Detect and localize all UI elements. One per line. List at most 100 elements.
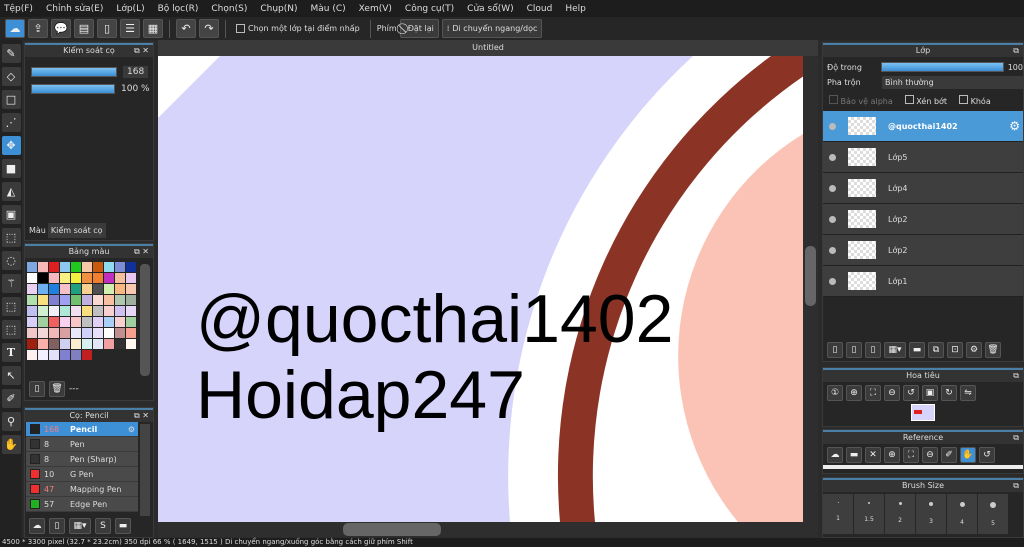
move-button[interactable]: ⁞ Di chuyển ngang/dọc [441,19,543,38]
fill-rect-tool-icon[interactable]: ■ [1,159,21,178]
popout-icon[interactable]: ⧉ [1013,432,1019,444]
menu-help[interactable]: Help [565,4,586,14]
close-icon[interactable]: ✕ [865,447,881,463]
palette-swatch[interactable] [93,295,103,305]
layer-row[interactable]: Lớp2 [823,235,1023,266]
popout-close-icon[interactable]: ⧉ ✕ [134,246,149,258]
palette-swatch[interactable] [71,306,81,316]
palette-swatch[interactable] [93,284,103,294]
eraser-tool-icon[interactable]: ◇ [1,67,21,86]
brush-item[interactable]: 47 Mapping Pen [26,482,138,497]
dot-tool-icon[interactable]: ⋰ [1,113,21,132]
delete-palette-icon[interactable]: 🗑 [49,381,65,397]
vertical-scrollbar[interactable] [803,56,818,522]
palette-swatch[interactable] [115,284,125,294]
magic-wand-tool-icon[interactable]: ⚚ [1,274,21,293]
add-brush-dropdown-icon[interactable]: ▦▾ [69,518,91,534]
message-icon[interactable]: ▤ [74,19,94,38]
gear-icon[interactable]: ⚙ [128,425,135,434]
palette-swatch[interactable] [93,306,103,316]
palette-swatch[interactable] [126,339,136,349]
palette-swatch[interactable] [60,339,70,349]
palette-swatch[interactable] [27,328,37,338]
brush-tool-icon[interactable]: ✎ [1,44,21,63]
hand-tool-icon[interactable]: ✋ [1,435,21,454]
brush-item[interactable]: 168 Pencil ⚙ [26,422,138,437]
visibility-icon[interactable] [829,122,836,130]
menu-filter[interactable]: Bộ lọc(R) [158,4,199,14]
palette-swatch[interactable] [38,328,48,338]
new-layer-3-icon[interactable]: ▯ [865,342,881,358]
palette-swatch[interactable] [60,295,70,305]
tab-untitled[interactable]: Untitled [158,40,818,56]
reset-view-icon[interactable]: ▣ [922,385,938,401]
palette-swatch[interactable] [71,284,81,294]
lock-checkbox[interactable]: Khóa [959,95,991,106]
select-eraser-tool-icon[interactable]: ⬚ [1,320,21,339]
palette-swatch[interactable] [71,262,81,272]
blend-mode-select[interactable]: Bình thường [882,76,1023,89]
palette-swatch[interactable] [38,339,48,349]
fit-icon[interactable]: ⛶ [903,447,919,463]
palette-swatch[interactable] [27,350,37,360]
folder-icon[interactable]: ▬ [115,518,131,534]
palette-swatch[interactable] [115,295,125,305]
palette-swatch[interactable] [126,273,136,283]
menu-file[interactable]: Tệp(F) [4,4,33,14]
brush-size-slider[interactable] [31,67,117,77]
palette-swatch[interactable] [49,317,59,327]
palette-swatch[interactable] [38,306,48,316]
rotate-right-icon[interactable]: ↻ [941,385,957,401]
palette-swatch[interactable] [38,284,48,294]
visibility-icon[interactable] [829,184,836,192]
lasso-tool-icon[interactable]: ◌ [1,251,21,270]
palette-swatch[interactable] [82,273,92,283]
palette-swatch[interactable] [27,295,37,305]
palette-swatch[interactable] [115,306,125,316]
merge-layer-icon[interactable]: ⊡ [947,342,963,358]
palette-swatch[interactable] [104,273,114,283]
add-layer-dropdown-icon[interactable]: ▦▾ [884,342,906,358]
brush-size-value[interactable]: 168 [123,66,149,78]
hand-icon[interactable]: ✋ [960,447,976,463]
palette-swatch[interactable] [93,273,103,283]
brush-scrollbar[interactable] [140,424,150,516]
comment-icon[interactable]: 💬 [51,19,71,38]
brush-size-option[interactable]: 3 [916,494,946,534]
open-folder-icon[interactable]: ▬ [846,447,862,463]
palette-swatch[interactable] [126,295,136,305]
palette-swatch[interactable] [115,328,125,338]
brush-size-option[interactable]: 1.5 [854,494,884,534]
text-tool-icon[interactable]: T [1,343,21,362]
zoom-in-icon[interactable]: ⊕ [846,385,862,401]
palette-scrollbar[interactable] [140,264,150,376]
visibility-icon[interactable] [829,246,836,254]
layer-row[interactable]: @quocthai1402 ⚙ [823,111,1023,142]
brush-script-icon[interactable]: S [95,518,111,534]
list-icon[interactable]: ☰ [120,19,140,38]
popout-icon[interactable]: ⧉ [1013,45,1019,57]
cloud-icon[interactable]: ☁ [827,447,843,463]
palette-swatch[interactable] [93,328,103,338]
page-icon[interactable]: ▯ [97,19,117,38]
palette-swatch[interactable] [27,306,37,316]
select-pen-tool-icon[interactable]: ⬚ [1,297,21,316]
palette-swatch[interactable] [93,262,103,272]
palette-swatch[interactable] [126,284,136,294]
palette-swatch[interactable] [126,328,136,338]
brush-item[interactable]: 8 Pen [26,437,138,452]
palette-swatch[interactable] [82,262,92,272]
cloud-icon[interactable]: ☁ [5,19,25,38]
folder-icon[interactable]: ▬ [909,342,925,358]
palette-swatch[interactable] [115,317,125,327]
palette-swatch[interactable] [104,328,114,338]
brush-opacity-slider[interactable] [31,84,115,94]
tab-brush-control[interactable]: Kiểm soát cọ [47,223,106,238]
menu-tools[interactable]: Công cụ(T) [405,4,454,14]
palette-swatch[interactable] [49,350,59,360]
share-icon[interactable]: ⇪ [28,19,48,38]
palette-swatch[interactable] [82,339,92,349]
rectangle-tool-icon[interactable]: □ [1,90,21,109]
menu-edit[interactable]: Chỉnh sửa(E) [46,4,103,14]
brush-size-option[interactable]: 5 [978,494,1008,534]
